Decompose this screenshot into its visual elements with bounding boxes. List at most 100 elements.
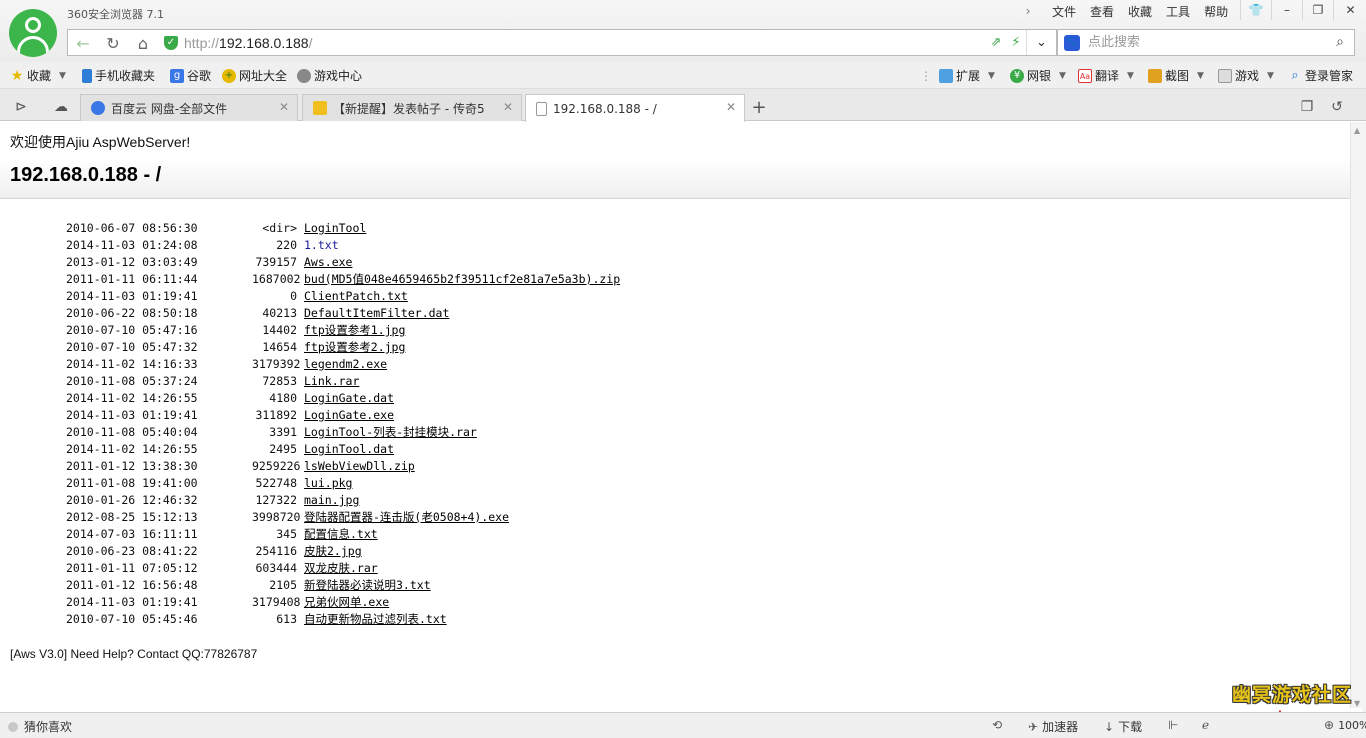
entry-link[interactable]: 自动更新物品过滤列表.txt <box>304 611 447 628</box>
entry-link[interactable]: LoginTool-列表-封挂模块.rar <box>304 424 477 441</box>
translate-icon: Aa <box>1078 68 1092 83</box>
skin-icon[interactable]: 👕 <box>1240 0 1271 20</box>
entry-date: 2011-01-12 13:38:30 <box>66 459 198 473</box>
bookmark-gamecenter[interactable]: 游戏中心 <box>297 67 362 84</box>
chevron-down-icon[interactable]: ▼ <box>59 71 66 81</box>
entry-link[interactable]: legendm2.exe <box>304 356 387 373</box>
entry-link[interactable]: Link.rar <box>304 373 359 390</box>
chevron-down-icon[interactable]: ▼ <box>988 71 995 81</box>
entry-link[interactable]: main.jpg <box>304 492 359 509</box>
entry-date: 2014-11-02 14:26:55 <box>66 391 198 405</box>
bookmark-google[interactable]: g 谷歌 <box>170 67 211 84</box>
listing-row: 2010-07-10 05:45:46 613 自动更新物品过滤列表.txt <box>66 611 620 628</box>
entry-link[interactable]: 双龙皮肤.rar <box>304 560 378 577</box>
toolbar-extension[interactable]: 扩展 ▼ <box>939 67 995 84</box>
entry-link[interactable]: 配置信息.txt <box>304 526 378 543</box>
chevron-right-icon[interactable]: › <box>1018 4 1038 18</box>
search-input[interactable] <box>1088 32 1318 53</box>
entry-link[interactable]: LoginTool <box>304 220 366 237</box>
search-icon[interactable]: ⌕ <box>1336 34 1344 50</box>
menu-tools[interactable]: 工具 <box>1166 3 1190 20</box>
entry-link[interactable]: DefaultItemFilter.dat <box>304 305 449 322</box>
bank-icon: ¥ <box>1010 68 1024 83</box>
toolbar-screenshot[interactable]: 截图 ▼ <box>1148 67 1204 84</box>
chevron-down-icon[interactable]: ▼ <box>1197 71 1204 81</box>
accelerator-button[interactable]: ✈ 加速器 <box>1028 718 1078 735</box>
menu-favorites[interactable]: 收藏 <box>1128 3 1152 20</box>
entry-date: 2014-11-03 01:19:41 <box>66 595 198 609</box>
maximize-icon[interactable]: ❐ <box>1302 0 1333 20</box>
entry-link[interactable]: 1.txt <box>304 237 339 254</box>
close-icon[interactable]: ✕ <box>726 100 736 114</box>
close-icon[interactable]: ✕ <box>503 100 513 114</box>
tab-baidu-cloud[interactable]: 百度云 网盘-全部文件 ✕ <box>80 94 298 121</box>
address-bar[interactable]: ← ↻ ⌂ ✓ http:// 192.168.0.188 / ⇗ ⚡ ⌄ <box>67 29 1057 56</box>
entry-link[interactable]: LoginTool.dat <box>304 441 394 458</box>
entry-link[interactable]: ftp设置参考2.jpg <box>304 339 405 356</box>
page-title: 192.168.0.188 - / <box>10 164 162 186</box>
new-tab-button[interactable]: + <box>748 96 770 118</box>
entry-size: <dir> <box>262 221 297 235</box>
entry-link[interactable]: lsWebViewDll.zip <box>304 458 415 475</box>
compat-mode-icon[interactable]: ⚡ <box>1006 35 1026 50</box>
bookmark-favorites[interactable]: ★ 收藏 ▼ <box>10 67 66 84</box>
menu-view[interactable]: 查看 <box>1090 3 1114 20</box>
close-icon[interactable]: ✕ <box>1333 0 1366 20</box>
entry-link[interactable]: 登陆器配置器-连击版(老0508+4).exe <box>304 509 509 526</box>
user-avatar[interactable] <box>9 9 57 57</box>
entry-link[interactable]: 兄弟伙网单.exe <box>304 594 389 611</box>
home-icon[interactable]: ⌂ <box>128 30 158 57</box>
sidebar-toggle-icon[interactable]: ⊳ <box>10 96 32 118</box>
history-icon[interactable]: ⟲ <box>992 718 1006 732</box>
entry-size: 345 <box>276 527 297 541</box>
scroll-up-icon[interactable]: ▲ <box>1354 126 1360 135</box>
chevron-down-icon[interactable]: ▼ <box>1059 71 1066 81</box>
reader-icon[interactable]: ⊩ <box>1168 718 1182 732</box>
download-button[interactable]: ↓ 下载 <box>1104 718 1142 735</box>
share-icon[interactable]: ⇗ <box>986 35 1006 50</box>
entry-link[interactable]: Aws.exe <box>304 254 352 271</box>
entry-date: 2011-01-08 19:41:00 <box>66 476 198 490</box>
chevron-down-icon[interactable]: ▼ <box>1267 71 1274 81</box>
download-label: 下载 <box>1118 720 1143 734</box>
entry-size: 72853 <box>262 374 297 388</box>
tab-list-icon[interactable]: ❐ <box>1296 96 1318 118</box>
toolbar-translate[interactable]: Aa 翻译 ▼ <box>1078 67 1134 84</box>
entry-link[interactable]: bud(MD5值048e4659465b2f39511cf2e81a7e5a3b… <box>304 271 620 288</box>
entry-link[interactable]: LoginGate.dat <box>304 390 394 407</box>
entry-link[interactable]: ClientPatch.txt <box>304 288 408 305</box>
entry-date: 2010-06-23 08:41:22 <box>66 544 198 558</box>
zoom-control[interactable]: ⊕ 100% <box>1324 718 1366 732</box>
chevron-down-icon[interactable]: ⌄ <box>1026 30 1056 55</box>
minimize-icon[interactable]: – <box>1271 0 1302 20</box>
undo-close-icon[interactable]: ↺ <box>1326 96 1348 118</box>
address-tools: ⇗ ⚡ ⌄ <box>986 30 1056 55</box>
refresh-icon[interactable]: ↻ <box>98 30 128 57</box>
entry-link[interactable]: LoginGate.exe <box>304 407 394 424</box>
tab-local-server[interactable]: 192.168.0.188 - / ✕ <box>525 94 745 122</box>
menu-help[interactable]: 帮助 <box>1204 3 1228 20</box>
bookmark-mobile[interactable]: 手机收藏夹 <box>82 67 155 84</box>
tab-forum-post[interactable]: 【新提醒】发表帖子 - 传奇5 ✕ <box>302 94 522 121</box>
toolbar-game[interactable]: 游戏 ▼ <box>1218 67 1274 84</box>
search-box[interactable]: 🐾 ⌕ <box>1057 29 1355 56</box>
chevron-down-icon[interactable]: ▼ <box>1127 71 1134 81</box>
ie-mode-icon[interactable]: ℯ <box>1202 718 1213 732</box>
entry-date: 2010-06-22 08:50:18 <box>66 306 198 320</box>
back-arrow-icon[interactable]: ← <box>68 30 98 57</box>
toolbar-bank[interactable]: ¥ 网银 ▼ <box>1010 67 1066 84</box>
entry-link[interactable]: lui.pkg <box>304 475 352 492</box>
cloud-icon[interactable]: ☁ <box>50 96 72 118</box>
menu-file[interactable]: 文件 <box>1052 3 1076 20</box>
vertical-scrollbar[interactable]: ▲ ▼ <box>1350 122 1366 712</box>
rocket-icon: ✈ <box>1028 719 1039 734</box>
url-display[interactable]: ✓ http:// 192.168.0.188 / <box>164 30 312 55</box>
bookmark-sites[interactable]: + 网址大全 <box>222 67 287 84</box>
recommend-button[interactable]: 猜你喜欢 <box>8 718 72 735</box>
entry-link[interactable]: 皮肤2.jpg <box>304 543 362 560</box>
toolbar-login-manager[interactable]: ⌕ 登录管家 <box>1288 67 1353 84</box>
entry-link[interactable]: ftp设置参考1.jpg <box>304 322 405 339</box>
entry-link[interactable]: 新登陆器必读说明3.txt <box>304 577 431 594</box>
close-icon[interactable]: ✕ <box>279 100 289 114</box>
baidu-engine-icon[interactable]: 🐾 <box>1064 35 1080 51</box>
